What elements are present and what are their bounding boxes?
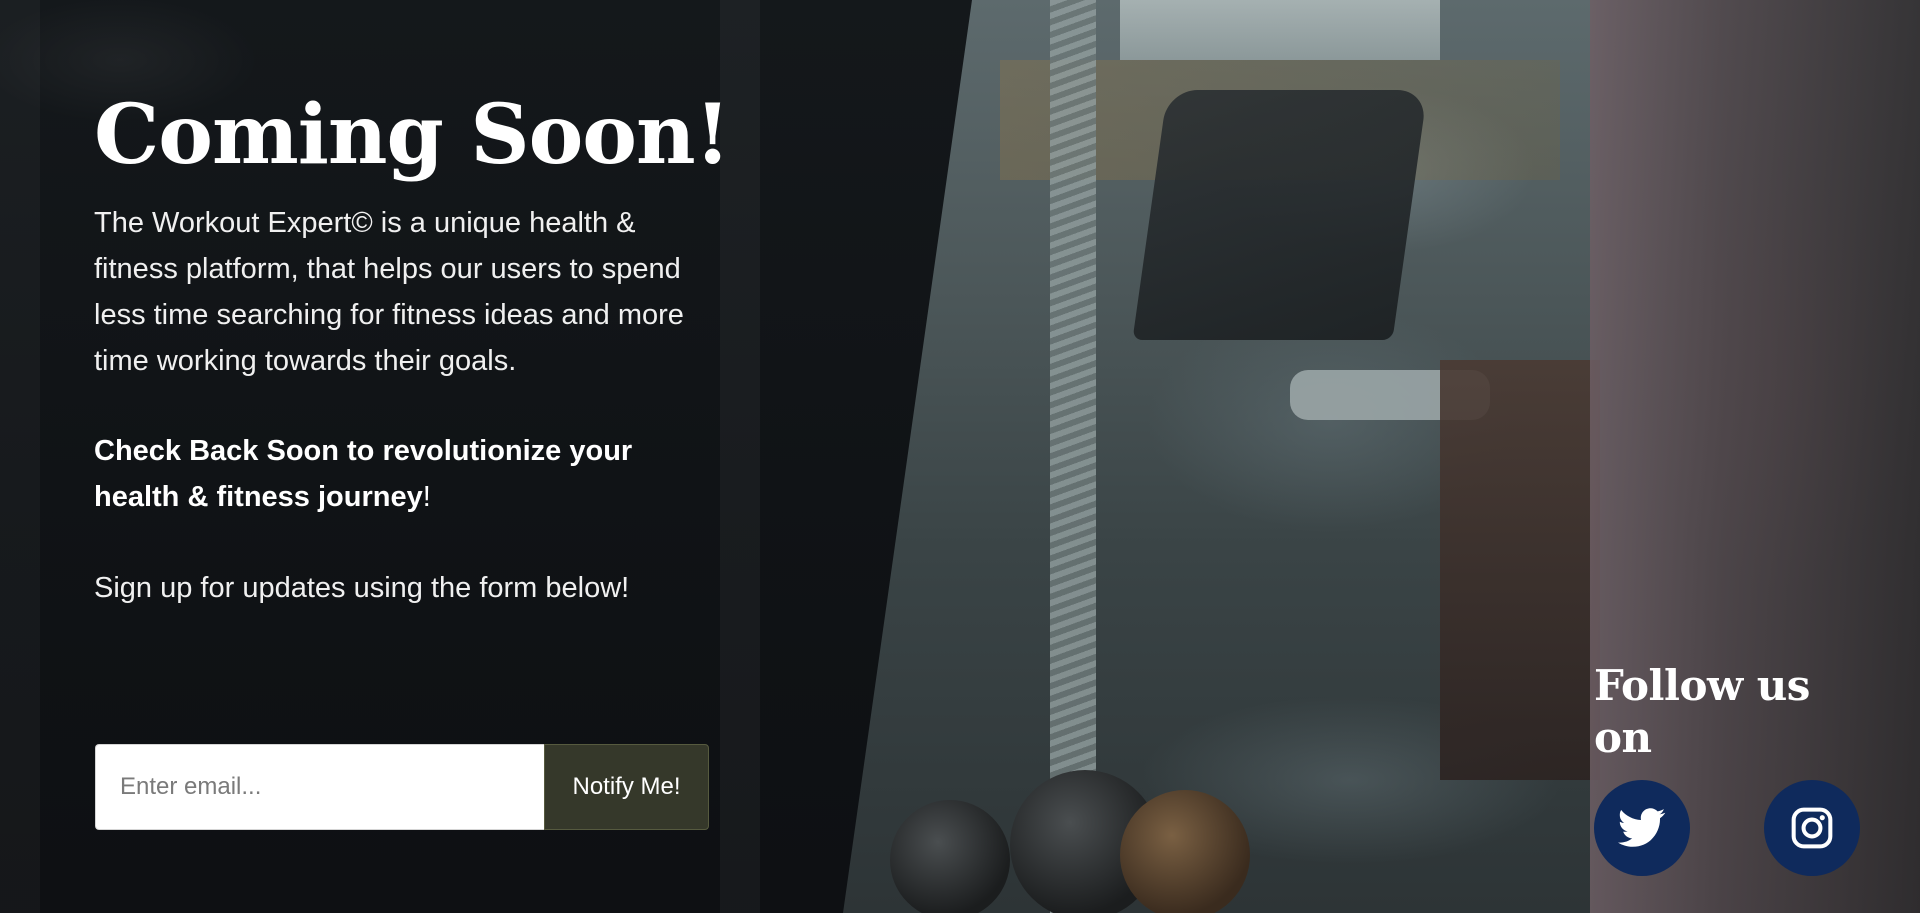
email-input[interactable] [95, 744, 544, 830]
follow-section: Follow us on [1594, 660, 1864, 876]
gym-bench [1440, 360, 1600, 780]
instagram-icon [1790, 806, 1834, 850]
callout-text: Check Back Soon to revolutionize your he… [94, 428, 714, 520]
callout-bold-text: Check Back Soon to revolutionize your he… [94, 435, 633, 513]
coming-soon-page: Coming Soon! The Workout Expert© is a un… [0, 0, 1920, 913]
follow-title: Follow us on [1594, 661, 1810, 762]
page-title: Coming Soon! [94, 87, 731, 183]
signup-form: Notify Me! [95, 744, 709, 830]
gym-machine [1132, 90, 1428, 340]
signup-prompt: Sign up for updates using the form below… [94, 572, 630, 604]
kettlebell [890, 800, 1010, 913]
twitter-icon [1618, 808, 1666, 848]
kettlebell [1120, 790, 1250, 913]
social-links [1594, 780, 1864, 876]
instagram-link[interactable] [1764, 780, 1860, 876]
hero-content: Coming Soon! The Workout Expert© is a un… [94, 80, 734, 611]
callout-tail-text: ! [422, 481, 431, 513]
background-window [1120, 0, 1440, 60]
twitter-link[interactable] [1594, 780, 1690, 876]
notify-me-button[interactable]: Notify Me! [544, 744, 709, 830]
intro-text: The Workout Expert© is a unique health &… [94, 207, 684, 377]
